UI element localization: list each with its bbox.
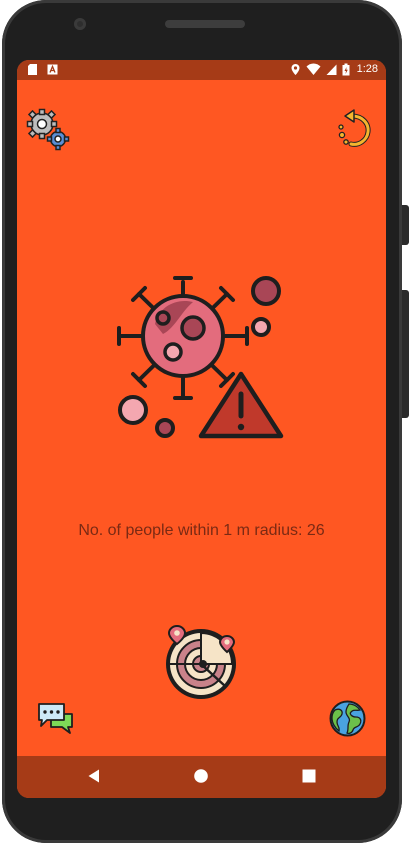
gears-icon[interactable] <box>26 108 70 152</box>
app-screen: 1:28 No. of people within 1 m radius: 26 <box>17 60 386 798</box>
virus-warning-icon <box>117 276 284 439</box>
status-time: 1:28 <box>356 63 378 75</box>
recent-apps-icon[interactable] <box>301 768 317 784</box>
back-icon[interactable] <box>86 768 102 784</box>
power-button <box>402 205 409 245</box>
battery-icon <box>342 63 350 76</box>
home-icon[interactable] <box>193 768 209 784</box>
front-camera <box>74 18 86 30</box>
a-notification-icon <box>47 64 58 75</box>
wifi-icon <box>306 63 321 75</box>
chat-icon[interactable] <box>37 702 75 736</box>
sd-card-icon <box>28 64 37 75</box>
radar-icon[interactable] <box>163 624 239 702</box>
location-icon <box>291 64 300 75</box>
refresh-icon[interactable] <box>332 108 376 152</box>
volume-button <box>402 290 409 418</box>
status-bar: 1:28 <box>17 60 386 80</box>
navigation-bar <box>17 756 386 798</box>
earpiece-speaker <box>165 20 245 28</box>
people-count-message: No. of people within 1 m radius: 26 <box>78 522 325 539</box>
signal-icon <box>326 64 337 75</box>
phone-device: 1:28 No. of people within 1 m radius: 26 <box>0 0 409 843</box>
globe-icon[interactable] <box>329 700 366 737</box>
